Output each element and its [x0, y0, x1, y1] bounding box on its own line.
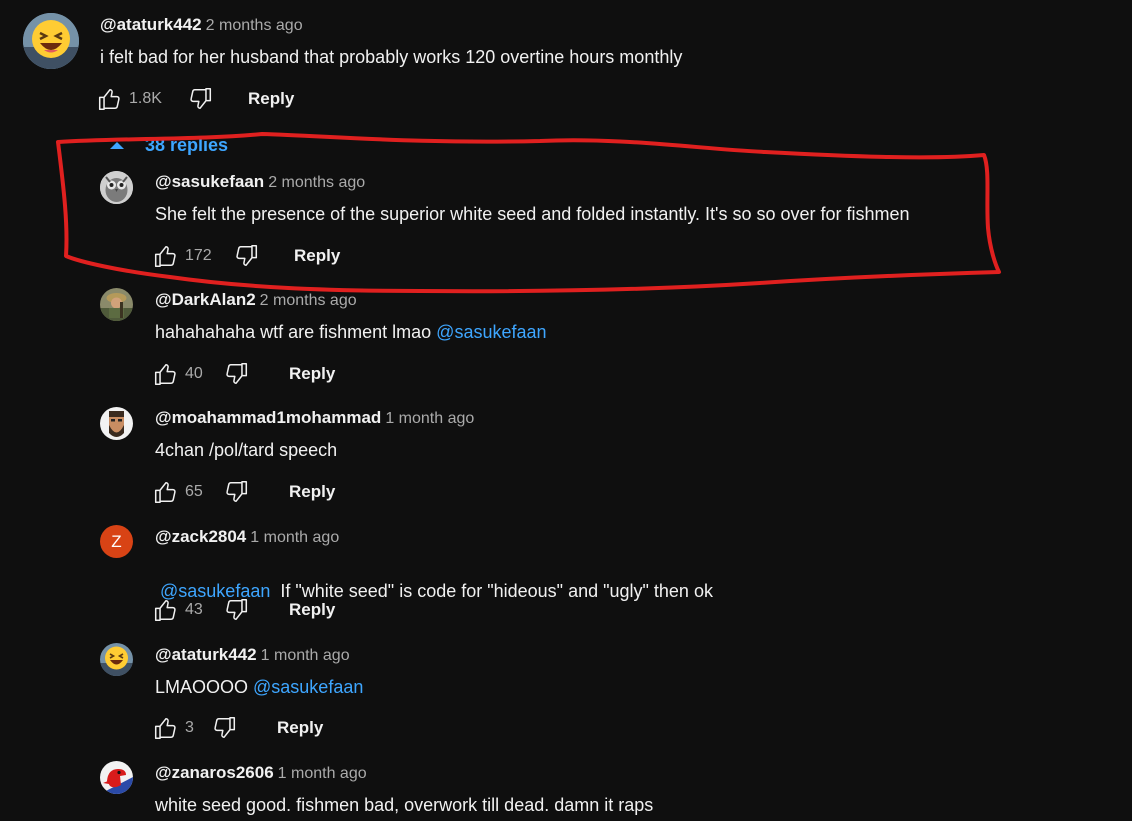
red-dinosaur-avatar	[100, 761, 133, 794]
like-count: 43	[185, 601, 203, 618]
comment-author[interactable]: @zack2804	[155, 527, 246, 546]
comment-text: hahahahaha wtf are fishment lmao @sasuke…	[155, 321, 547, 343]
soldier-avatar	[100, 288, 133, 321]
thumbs-up-icon	[154, 246, 176, 268]
reply-button[interactable]: Reply	[289, 600, 335, 620]
bearded-man-avatar	[100, 407, 133, 440]
comment-body: hahahahaha wtf are fishment lmao	[155, 322, 437, 342]
owl-avatar	[100, 171, 133, 204]
thumbs-up-icon	[154, 718, 176, 740]
reply-button[interactable]: Reply	[289, 364, 335, 384]
thumbs-up-icon	[154, 482, 176, 504]
avatar[interactable]	[100, 171, 133, 204]
thumbs-down-icon	[226, 598, 248, 620]
comment-timestamp[interactable]: 1 month ago	[385, 410, 474, 427]
like-count: 1.8K	[129, 90, 162, 107]
reply-button[interactable]: Reply	[277, 718, 323, 738]
comment-text: 4chan /pol/tard speech	[155, 440, 338, 460]
like-count: 172	[185, 247, 212, 264]
thumbs-down-icon	[214, 716, 236, 738]
comment-text: i felt bad for her husband that probably…	[100, 47, 683, 67]
thumbs-up-icon	[154, 364, 176, 386]
thumbs-down-icon	[236, 244, 258, 266]
mention-link[interactable]: @sasukefaan	[253, 677, 363, 697]
comment-body: LMAOOOO	[155, 677, 254, 697]
comment-author[interactable]: @ataturk442	[100, 15, 202, 34]
like-button[interactable]	[151, 359, 181, 389]
comment-author[interactable]: @ataturk442	[155, 645, 257, 664]
comment-text: LMAOOOO @sasukefaan	[155, 676, 363, 698]
comment-author[interactable]: @moahammad1mohammad	[155, 408, 381, 427]
like-button[interactable]	[151, 713, 181, 743]
avatar[interactable]	[100, 288, 133, 321]
comment-timestamp[interactable]: 1 month ago	[278, 765, 367, 782]
dislike-button[interactable]	[221, 359, 251, 389]
replies-count: 38 replies	[145, 135, 229, 155]
like-button[interactable]	[151, 241, 181, 271]
caret-up-icon	[110, 142, 124, 149]
comment-author[interactable]: @DarkAlan2	[155, 290, 256, 309]
dislike-button[interactable]	[221, 477, 251, 507]
like-count: 65	[185, 483, 203, 500]
comment-text: She felt the presence of the superior wh…	[155, 204, 910, 224]
like-button[interactable]	[95, 84, 125, 114]
avatar[interactable]	[23, 13, 79, 69]
comment-author[interactable]: @sasukefaan	[155, 172, 264, 191]
avatar[interactable]	[100, 407, 133, 440]
avatar[interactable]	[100, 761, 133, 794]
avatar[interactable]: Z	[100, 525, 133, 558]
like-button[interactable]	[151, 595, 181, 625]
comment-timestamp[interactable]: 2 months ago	[268, 174, 365, 191]
comment-text: white seed good. fishmen bad, overwork t…	[155, 795, 654, 815]
like-button[interactable]	[151, 477, 181, 507]
laughing-emoji-icon	[23, 13, 79, 69]
like-count: 40	[185, 365, 203, 382]
thumbs-down-icon	[226, 480, 248, 502]
reply-button[interactable]: Reply	[294, 246, 340, 266]
comment-timestamp[interactable]: 1 month ago	[261, 647, 350, 664]
comment-timestamp[interactable]: 2 months ago	[260, 292, 357, 309]
thumbs-down-icon	[226, 362, 248, 384]
dislike-button[interactable]	[221, 595, 251, 625]
dislike-button[interactable]	[185, 84, 215, 114]
laughing-emoji-icon	[100, 643, 133, 676]
thumbs-down-icon	[190, 87, 212, 109]
dislike-button[interactable]	[209, 713, 239, 743]
comment-body: If "white seed" is code for "hideous" an…	[270, 581, 713, 601]
thumbs-up-icon	[98, 89, 120, 111]
thumbs-up-icon	[154, 600, 176, 622]
hide-replies-button[interactable]: 38 replies	[106, 135, 228, 156]
avatar[interactable]	[100, 643, 133, 676]
comment-timestamp[interactable]: 1 month ago	[250, 529, 339, 546]
reply-button[interactable]: Reply	[248, 89, 294, 109]
reply-button[interactable]: Reply	[289, 482, 335, 502]
avatar-letter: Z	[111, 531, 122, 551]
mention-link[interactable]: @sasukefaan	[436, 322, 546, 342]
comment-author[interactable]: @zanaros2606	[155, 763, 274, 782]
dislike-button[interactable]	[231, 241, 261, 271]
comment-timestamp[interactable]: 2 months ago	[206, 17, 303, 34]
like-count: 3	[185, 719, 194, 736]
